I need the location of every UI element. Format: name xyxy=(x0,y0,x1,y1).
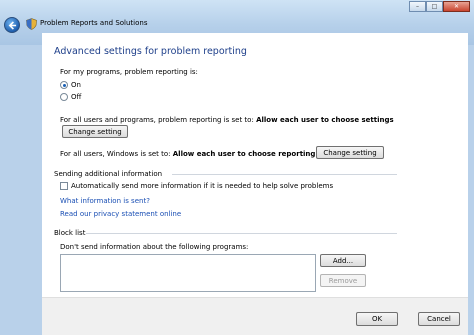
remove-button[interactable]: Remove xyxy=(320,274,366,287)
radio-off[interactable] xyxy=(60,93,68,101)
send-more-info-label: Automatically send more information if i… xyxy=(71,182,334,190)
all-users-programs-text: For all users and programs, problem repo… xyxy=(60,116,394,124)
what-information-link[interactable]: What information is sent? xyxy=(60,197,150,205)
ok-button[interactable]: OK xyxy=(356,312,398,326)
all-users-windows-text: For all users, Windows is set to: Allow … xyxy=(60,150,350,158)
minimize-button[interactable]: – xyxy=(409,1,426,12)
radio-off-label: Off xyxy=(71,93,82,101)
dialog-footer: OK Cancel xyxy=(42,297,468,335)
add-button[interactable]: Add... xyxy=(320,254,366,267)
radio-on-label: On xyxy=(71,81,81,89)
privacy-statement-link[interactable]: Read our privacy statement online xyxy=(60,210,181,218)
problem-reports-icon xyxy=(26,18,37,30)
my-programs-label: For my programs, problem reporting is: xyxy=(60,68,198,76)
send-more-info-checkbox[interactable] xyxy=(60,182,68,190)
back-button[interactable] xyxy=(4,17,20,33)
content-panel: Advanced settings for problem reporting … xyxy=(42,33,468,297)
close-button[interactable]: ✕ xyxy=(443,1,470,12)
block-list-divider xyxy=(86,233,397,234)
block-list-group-label: Block list xyxy=(54,229,86,237)
window-controls: – □ ✕ xyxy=(409,1,470,12)
sending-divider xyxy=(172,174,397,175)
block-list-label: Don't send information about the followi… xyxy=(60,243,249,251)
window-title: Problem Reports and Solutions xyxy=(40,19,148,27)
all-users-windows-prefix: For all users, Windows is set to: xyxy=(60,150,171,158)
page-title: Advanced settings for problem reporting xyxy=(54,46,247,57)
all-users-programs-prefix: For all users and programs, problem repo… xyxy=(60,116,254,124)
maximize-button[interactable]: □ xyxy=(426,1,443,12)
back-arrow-icon xyxy=(8,21,17,30)
blocked-programs-list[interactable] xyxy=(60,254,316,292)
change-setting-button-windows[interactable]: Change setting xyxy=(316,146,384,159)
sending-group-label: Sending additional information xyxy=(54,170,163,178)
all-users-programs-value: Allow each user to choose settings xyxy=(256,116,394,124)
change-setting-button-programs[interactable]: Change setting xyxy=(62,125,128,138)
radio-on[interactable] xyxy=(60,81,68,89)
cancel-button[interactable]: Cancel xyxy=(418,312,460,326)
